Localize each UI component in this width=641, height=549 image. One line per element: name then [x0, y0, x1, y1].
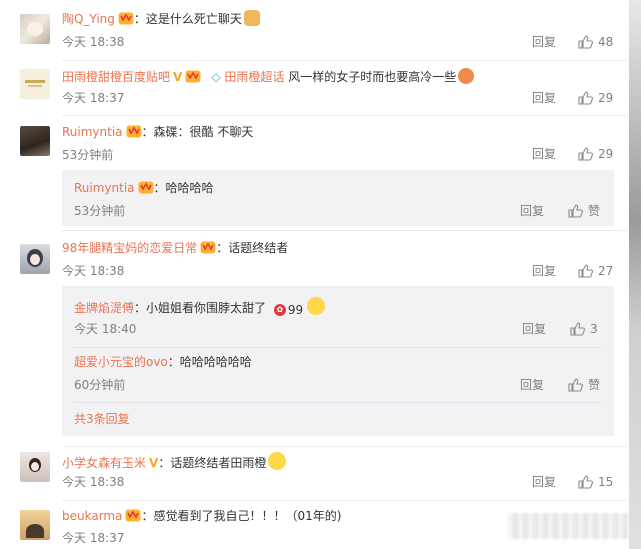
reply-button[interactable]: 回复 [532, 34, 556, 50]
thumb-up-icon [568, 378, 584, 392]
comment-time: 今天 18:37 [62, 91, 125, 105]
verified-v-icon: V [149, 456, 159, 470]
comment-item: 98年腿精宝妈的恋爱日常 ：话题终结者 今天 18:38 回复 27 金牌焰湜傅：… [0, 230, 628, 446]
comment-username[interactable]: beukarma [62, 509, 122, 523]
like-label: 赞 [588, 378, 601, 392]
avatar[interactable] [20, 244, 50, 274]
reply-button[interactable]: 回复 [532, 90, 556, 106]
avatar[interactable] [20, 452, 50, 482]
comment-username[interactable]: 小学女森有玉米 [62, 456, 146, 470]
gem-icon: ◇ [211, 70, 221, 84]
vip-crown-icon [125, 509, 141, 522]
sub-comment-username[interactable]: Ruimyntia [74, 181, 135, 195]
thumb-up-icon [570, 322, 586, 336]
vip-crown-icon [118, 12, 134, 25]
comment-text: ：话题终结者田雨橙 [158, 456, 267, 470]
background-edge [629, 0, 641, 549]
like-button[interactable]: 赞 [568, 377, 600, 393]
sub-comment-username[interactable]: 超爱小元宝的ovo [74, 355, 168, 369]
comment-username[interactable]: 陶Q_Ying [62, 12, 115, 26]
view-more-replies-link[interactable]: 共3条回复 [74, 411, 130, 427]
vip-crown-icon [126, 125, 142, 138]
like-button[interactable]: 29 [578, 146, 613, 162]
like-count: 15 [598, 475, 614, 489]
divider [74, 347, 602, 348]
like-button[interactable]: 29 [578, 90, 613, 106]
comment-username[interactable]: 田雨橙甜橙百度贴吧 [62, 70, 170, 84]
watermark [508, 513, 628, 539]
like-button[interactable]: 15 [578, 474, 613, 490]
sub-comment-box: Ruimyntia ：哈哈哈哈 53分钟前 回复 赞 [62, 170, 614, 226]
emoji-icon [307, 297, 326, 315]
like-count: 27 [598, 264, 614, 278]
comment-item: Ruimyntia ：森碟：很酷 不聊天 53分钟前 回复 29 Ruimynti… [0, 115, 628, 230]
comment-username[interactable]: Ruimyntia [62, 125, 123, 139]
sub-comment-time: 53分钟前 [74, 204, 126, 218]
comment-username[interactable]: 98年腿精宝妈的恋爱日常 [62, 241, 197, 255]
avatar[interactable] [20, 14, 50, 44]
comment-time: 今天 18:38 [62, 264, 125, 278]
like-label: 赞 [588, 204, 601, 218]
comment-text: ：森碟：很酷 不聊天 [141, 125, 254, 139]
medal-icon: ✿ [273, 304, 286, 316]
avatar[interactable] [20, 126, 50, 156]
like-button[interactable]: 赞 [568, 203, 600, 219]
like-count: 48 [598, 35, 614, 49]
sub-comment-text: ：哈哈哈哈哈哈 [167, 355, 252, 369]
thumb-up-icon [578, 264, 594, 278]
comment-item: 陶Q_Ying ：这是什么死亡聊天 今天 18:38 回复 48 [0, 0, 628, 56]
reply-button[interactable]: 回复 [520, 377, 544, 393]
like-button[interactable]: 48 [578, 34, 613, 50]
like-button[interactable]: 27 [578, 263, 613, 279]
like-count: 29 [598, 91, 614, 105]
sub-comment-time: 今天 18:40 [74, 322, 137, 336]
sub-comment-text: ：哈哈哈哈 [153, 181, 214, 195]
sub-comment-text: ：小姐姐看你围脖太甜了 [134, 301, 267, 315]
reply-button[interactable]: 回复 [532, 146, 556, 162]
like-count: 29 [598, 147, 614, 161]
laugh-emoji-icon [268, 452, 287, 470]
reply-button[interactable]: 回复 [532, 263, 556, 279]
comment-text: ：话题终结者 [216, 241, 289, 255]
comment-item: 小学女森有玉米 V：话题终结者田雨橙 今天 18:38 回复 15 [0, 446, 628, 502]
sub-comment-time: 60分钟前 [74, 378, 126, 392]
thumb-up-icon [578, 35, 594, 49]
comment-time: 今天 18:38 [62, 35, 125, 49]
vip-crown-icon [138, 181, 154, 194]
cat-emoji-icon [243, 10, 260, 26]
verified-v-icon: V [173, 70, 183, 84]
comment-text: ：这是什么死亡聊天 [133, 12, 242, 26]
thumb-up-icon [578, 475, 594, 489]
like-count: 3 [590, 322, 598, 336]
vip-crown-icon [200, 241, 216, 254]
sub-comment-box: 金牌焰湜傅：小姐姐看你围脖太甜了 ✿ 99 今天 18:40 回复 3 超爱小元宝… [62, 286, 614, 436]
avatar[interactable] [20, 69, 50, 99]
reply-button[interactable]: 回复 [520, 203, 544, 219]
reply-button[interactable]: 回复 [532, 474, 556, 490]
comment-item: 田雨橙甜橙百度贴吧 V ◇ 田雨橙超话 风一样的女子时而也要高冷一些 今天 18:3… [0, 60, 628, 116]
comment-text: ：感觉看到了我自己！！！（01年的) [141, 509, 342, 523]
like-button[interactable]: 3 [570, 321, 598, 337]
thumb-up-icon [578, 147, 594, 161]
reply-button[interactable]: 回复 [522, 321, 546, 337]
vip-crown-icon [185, 70, 201, 83]
thumb-up-icon [568, 204, 584, 218]
avatar[interactable] [20, 510, 50, 540]
sub-comment-username[interactable]: 金牌焰湜傅 [74, 301, 134, 315]
divider [74, 402, 602, 403]
badge-99: ✿ 99 [273, 302, 303, 318]
comment-time: 今天 18:38 [62, 475, 125, 489]
topic-tag-link[interactable]: 田雨橙超话 [224, 70, 284, 84]
comment-time: 53分钟前 [62, 148, 114, 162]
comment-text: 风一样的女子时而也要高冷一些 [288, 70, 457, 84]
comment-time: 今天 18:37 [62, 531, 125, 545]
emoji-icon [458, 68, 475, 84]
thumb-up-icon [578, 91, 594, 105]
